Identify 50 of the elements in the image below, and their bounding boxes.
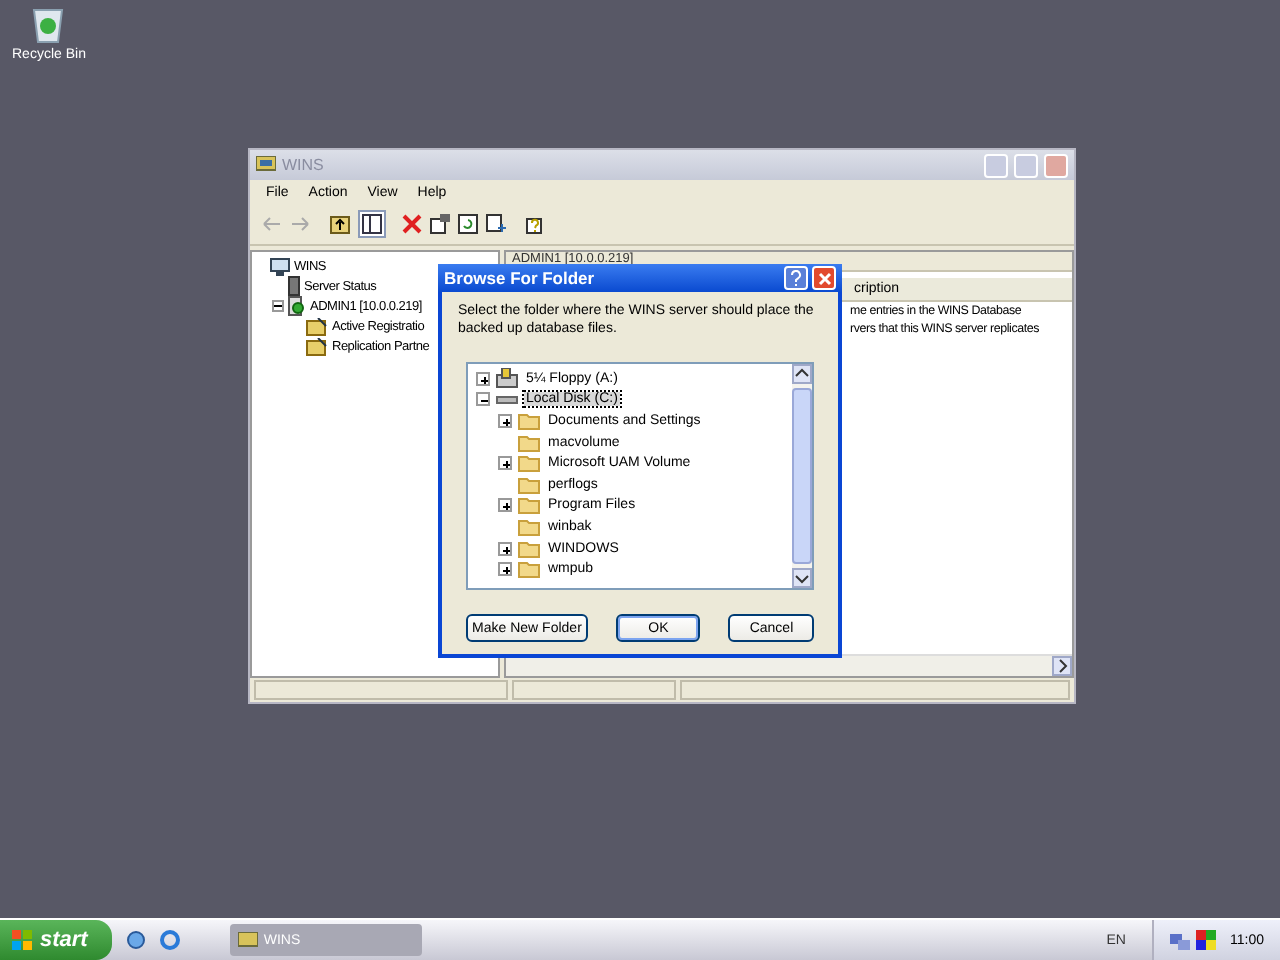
plus-icon [478, 373, 488, 384]
close-icon [817, 271, 831, 285]
windows-flag-icon [12, 930, 32, 950]
tree-pane-icon[interactable] [358, 210, 386, 238]
recycle-bin-icon[interactable] [30, 4, 67, 44]
help-button[interactable] [784, 266, 808, 290]
plus-icon [500, 415, 510, 426]
flag-icon[interactable] [1196, 930, 1216, 950]
plus-icon [500, 500, 510, 511]
refresh-icon[interactable] [458, 214, 478, 234]
folder-icon [518, 560, 540, 579]
expand-toggle[interactable] [476, 392, 490, 407]
close-button[interactable] [812, 266, 836, 290]
expand-toggle[interactable] [498, 456, 512, 471]
properties-icon[interactable] [430, 214, 450, 234]
server-tower-icon [288, 276, 300, 296]
scroll-thumb[interactable] [792, 388, 812, 564]
folder-icon [518, 454, 540, 473]
folder-icon [306, 337, 328, 355]
folder-icon [518, 411, 540, 430]
help-icon[interactable] [526, 214, 546, 234]
app-icon [237, 931, 258, 949]
expand-toggle[interactable] [498, 413, 512, 428]
server-icon [288, 296, 306, 316]
computer-icon [270, 257, 290, 275]
expand-toggle[interactable] [498, 541, 512, 556]
folder-icon [518, 433, 540, 452]
expand-toggle[interactable] [476, 371, 490, 386]
expand-toggle[interactable] [498, 498, 512, 513]
folder-icon [518, 539, 540, 558]
minus-icon [478, 394, 488, 405]
app-icon [256, 156, 276, 174]
plus-icon [500, 564, 510, 575]
expand-toggle[interactable] [272, 300, 284, 312]
question-mark-icon [790, 270, 802, 286]
dialog-title: Browse For Folder [444, 268, 595, 288]
up-folder-icon[interactable] [330, 214, 350, 234]
folder-icon [306, 317, 328, 335]
folder-icon [518, 496, 540, 515]
plus-icon [500, 458, 510, 469]
plus-icon [500, 543, 510, 554]
folder-icon [518, 517, 540, 536]
minus-icon [274, 302, 282, 310]
export-list-icon[interactable] [486, 214, 506, 234]
delete-icon[interactable] [402, 214, 422, 234]
floppy-drive-icon [496, 368, 518, 389]
folder-icon [518, 475, 540, 494]
expand-toggle[interactable] [498, 562, 512, 577]
vertical-scrollbar[interactable] [792, 364, 812, 588]
window-title: WINS [282, 156, 324, 174]
